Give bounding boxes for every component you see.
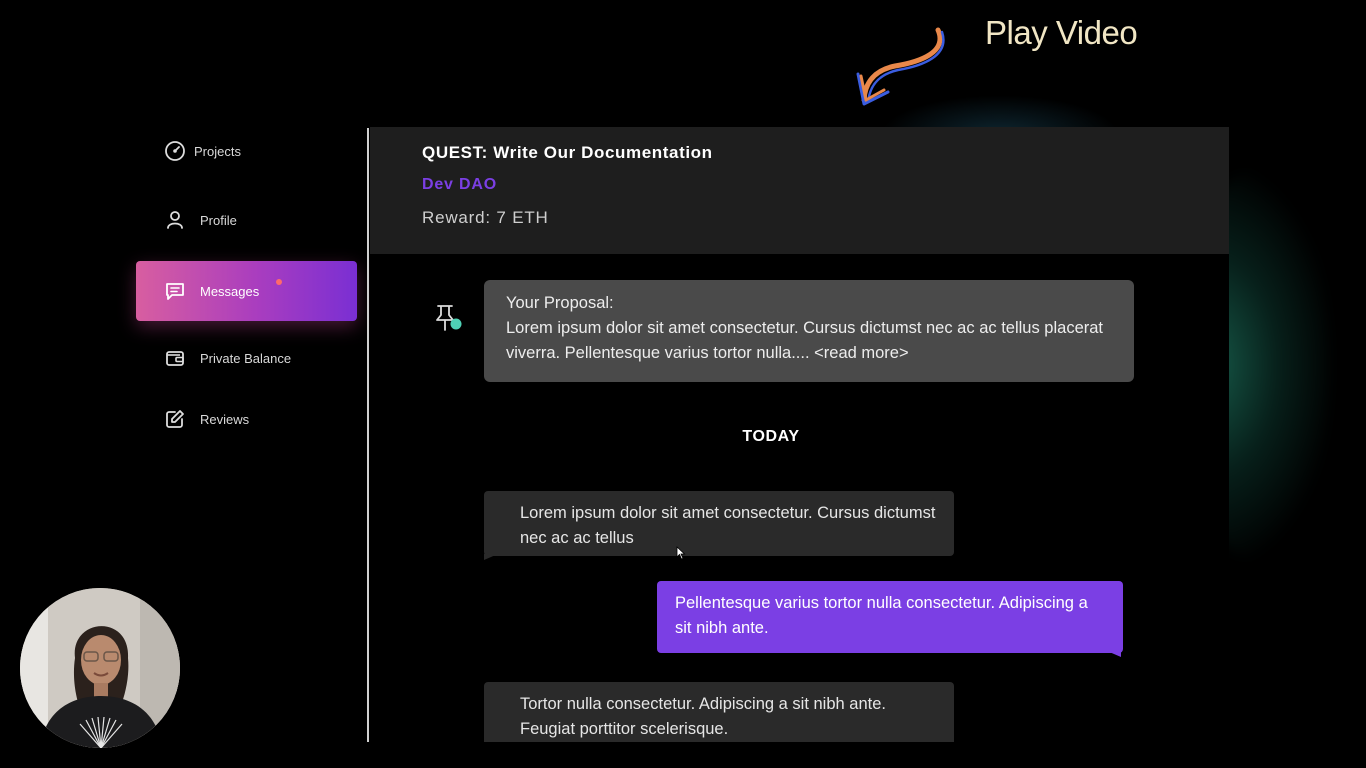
wallet-icon [164,347,186,369]
sidebar-item-label: Reviews [200,411,250,427]
curved-arrow-icon [856,27,945,106]
reward-text: Reward: 7 ETH [422,208,549,227]
sidebar-item-private-balance[interactable]: Private Balance [136,329,357,387]
presenter-avatar [20,588,180,748]
sidebar-item-profile[interactable]: Profile [136,191,357,249]
sidebar-item-messages[interactable]: Messages [136,261,357,321]
pin-icon [436,305,462,331]
sidebar-item-label: Projects [194,143,241,159]
proposal-title: Your Proposal: [506,294,614,312]
quest-header: QUEST: Write Our Documentation Dev DAO R… [370,127,1229,254]
sidebar-divider [367,128,369,742]
bubble-tail [484,554,498,560]
edit-icon [164,408,186,430]
quest-title: QUEST: Write Our Documentation [422,143,713,162]
sidebar-item-label: Messages [200,283,260,299]
message-bubble-incoming: Tortor nulla consectetur. Adipiscing a s… [484,682,954,742]
mouse-cursor-icon [676,546,686,560]
date-divider: TODAY [742,428,800,445]
sidebar-item-reviews[interactable]: Reviews [136,390,357,448]
dao-name-link[interactable]: Dev DAO [422,176,497,194]
sidebar-item-projects[interactable]: Projects [136,122,357,180]
notification-dot [276,279,282,285]
dashboard-gauge-icon [164,140,186,162]
presenter-webcam [20,588,180,748]
proposal-body: Lorem ipsum dolor sit amet consectetur. … [506,319,1104,362]
message-bubble-outgoing: Pellentesque varius tortor nulla consect… [657,581,1123,653]
sidebar-item-label: Profile [200,212,237,228]
play-video-label: Play Video [985,14,1138,51]
message-text: Lorem ipsum dolor sit amet consectetur. … [520,504,936,547]
chat-thread[interactable]: Your Proposal: Lorem ipsum dolor sit ame… [370,254,1229,742]
bubble-tail [1107,651,1121,657]
user-icon [164,209,186,231]
sidebar-item-label: Private Balance [200,350,292,366]
message-bubble-incoming: Lorem ipsum dolor sit amet consectetur. … [484,491,954,556]
pinned-proposal[interactable]: Your Proposal: Lorem ipsum dolor sit ame… [484,280,1134,382]
chat-icon [164,280,186,302]
message-text: Tortor nulla consectetur. Adipiscing a s… [520,695,886,738]
message-text: Pellentesque varius tortor nulla consect… [675,594,1088,637]
sidebar-nav: Projects Profile Messages Private Balanc… [136,128,358,448]
